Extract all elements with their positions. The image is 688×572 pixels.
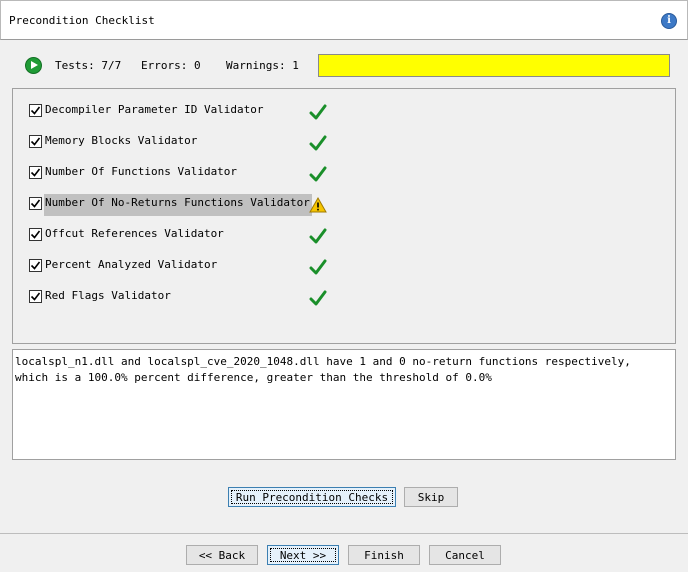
validator-label: Red Flags Validator [45, 289, 171, 302]
play-icon [25, 57, 42, 74]
warning-icon [309, 196, 327, 214]
skip-button[interactable]: Skip [404, 487, 458, 507]
tests-count: Tests: 7/7 [55, 59, 122, 72]
validator-item-selected[interactable]: Number Of No-Returns Functions Validator [29, 194, 329, 216]
validator-item[interactable]: Decompiler Parameter ID Validator [29, 101, 329, 121]
status-bar: Tests: 7/7 Errors: 0 Warnings: 1 [0, 52, 688, 78]
errors-count: Errors: 0 [141, 59, 201, 72]
check-icon [309, 258, 327, 276]
validator-checkbox[interactable] [29, 259, 42, 272]
details-text-area[interactable]: localspl_n1.dll and localspl_cve_2020_10… [12, 349, 676, 460]
validator-item[interactable]: Red Flags Validator [29, 287, 329, 307]
check-icon [309, 134, 327, 152]
validator-label: Percent Analyzed Validator [45, 258, 218, 271]
validator-checkbox[interactable] [29, 228, 42, 241]
validator-item[interactable]: Offcut References Validator [29, 225, 329, 245]
check-icon [309, 103, 327, 121]
validator-item[interactable]: Percent Analyzed Validator [29, 256, 329, 276]
validator-label: Offcut References Validator [45, 227, 224, 240]
details-line: which is a 100.0% percent difference, gr… [15, 371, 492, 384]
check-icon [309, 227, 327, 245]
back-button[interactable]: << Back [186, 545, 258, 565]
validator-checklist: Decompiler Parameter ID Validator Memory… [12, 88, 676, 344]
validator-checkbox[interactable] [29, 135, 42, 148]
validator-label: Decompiler Parameter ID Validator [45, 103, 264, 116]
check-icon [309, 289, 327, 307]
validator-item[interactable]: Number Of Functions Validator [29, 163, 329, 183]
warnings-count: Warnings: 1 [226, 59, 299, 72]
next-button[interactable]: Next >> [267, 545, 339, 565]
check-icon [309, 165, 327, 183]
details-line: localspl_n1.dll and localspl_cve_2020_10… [15, 355, 631, 368]
validator-item[interactable]: Memory Blocks Validator [29, 132, 329, 152]
info-icon[interactable]: i [661, 13, 677, 29]
page-title: Precondition Checklist [9, 14, 155, 27]
details-text: localspl_n1.dll and localspl_cve_2020_10… [15, 354, 631, 386]
validator-label: Number Of Functions Validator [45, 165, 238, 178]
progress-bar [318, 54, 670, 77]
cancel-button[interactable]: Cancel [429, 545, 501, 565]
header: Precondition Checklist i [0, 0, 688, 40]
validator-checkbox[interactable] [29, 166, 42, 179]
run-precondition-checks-button[interactable]: Run Precondition Checks [228, 487, 396, 507]
validator-label: Number Of No-Returns Functions Validator [44, 194, 312, 216]
validator-label: Memory Blocks Validator [45, 134, 198, 147]
divider [0, 533, 688, 534]
validator-checkbox[interactable] [29, 104, 42, 117]
validator-checkbox[interactable] [29, 290, 42, 303]
finish-button[interactable]: Finish [348, 545, 420, 565]
validator-checkbox[interactable] [29, 197, 42, 210]
